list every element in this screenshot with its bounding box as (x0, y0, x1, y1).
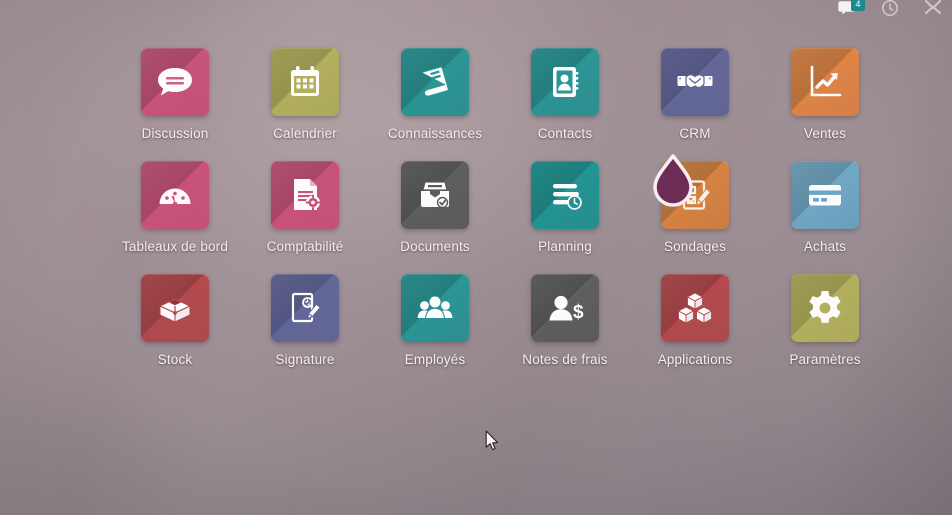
cubes-icon (678, 292, 712, 324)
parametres-tile-background (791, 274, 859, 342)
app-label: Comptabilité (266, 239, 344, 254)
app-tile-sondages[interactable]: Sondages (630, 161, 760, 274)
app-tile-calendrier[interactable]: Calendrier (240, 48, 370, 161)
messages-badge: 4 (851, 0, 865, 11)
book-icon (421, 66, 450, 98)
crm-tile-background (661, 48, 729, 116)
app-tile-signature[interactable]: Signature (240, 274, 370, 387)
applications-tile-background (661, 274, 729, 342)
stock-tile-background (141, 274, 209, 342)
comptabilite-tile-background (271, 161, 339, 229)
contacts-tile-background (531, 48, 599, 116)
planning-tile-background (531, 161, 599, 229)
document-gear-icon (294, 179, 321, 211)
app-tile-parametres[interactable]: Paramètres (760, 274, 890, 387)
survey-pencil-icon (682, 180, 713, 210)
app-tile-notes-de-frais[interactable]: $ Notes de frais (500, 274, 630, 387)
app-tile-ventes[interactable]: Ventes (760, 48, 890, 161)
calendar-icon (291, 66, 319, 96)
app-label: Calendrier (273, 126, 337, 141)
app-label: Planning (538, 239, 592, 254)
tableaux-de-bord-tile-background (141, 161, 209, 229)
signature-tile-background (271, 274, 339, 342)
connaissances-tile-background (401, 48, 469, 116)
signed-document-icon (291, 292, 323, 323)
app-label: Sondages (663, 239, 726, 254)
app-label: Notes de frais (522, 352, 608, 367)
clock-icon[interactable] (880, 0, 904, 20)
people-group-icon (417, 295, 453, 320)
ventes-tile-background (791, 48, 859, 116)
handshake-icon (677, 74, 713, 89)
chat-bubble-icon (158, 68, 192, 96)
app-tile-applications[interactable]: Applications (630, 274, 760, 387)
timeline-clock-icon (553, 184, 582, 210)
app-tile-planning[interactable]: Planning (500, 161, 630, 274)
sondages-tile-background (661, 161, 729, 229)
employes-tile-background (401, 274, 469, 342)
app-tile-contacts[interactable]: Contacts (500, 48, 630, 161)
app-label: Connaissances (387, 126, 483, 141)
documents-tile-background (401, 161, 469, 229)
app-tile-stock[interactable]: Stock (110, 274, 240, 387)
mouse-pointer-icon (485, 430, 501, 454)
svg-text:$: $ (573, 302, 584, 323)
app-label: Stock (157, 352, 193, 367)
gear-icon (809, 291, 841, 323)
calendrier-tile-background (271, 48, 339, 116)
app-label: Discussion (141, 126, 209, 141)
gauge-icon (159, 188, 191, 207)
app-label: CRM (679, 126, 711, 141)
credit-card-icon (809, 185, 841, 206)
close-icon[interactable] (922, 0, 946, 20)
app-label: Employés (404, 352, 466, 367)
app-tile-tableaux-de-bord[interactable]: Tableaux de bord (110, 161, 240, 274)
app-label: Applications (657, 352, 733, 367)
app-label: Ventes (803, 126, 847, 141)
growth-chart-icon (810, 65, 842, 97)
app-tile-documents[interactable]: Documents (370, 161, 500, 274)
system-tray: 4 (838, 0, 946, 20)
app-label: Paramètres (789, 352, 861, 367)
notes-de-frais-tile-background: $ (531, 274, 599, 342)
app-tile-achats[interactable]: Achats (760, 161, 890, 274)
app-tile-discussion[interactable]: Discussion (110, 48, 240, 161)
app-label: Tableaux de bord (122, 239, 228, 254)
app-label: Documents (400, 239, 470, 254)
app-label: Achats (803, 239, 847, 254)
app-tile-crm[interactable]: CRM (630, 48, 760, 161)
person-dollar-icon: $ (549, 295, 584, 323)
achats-tile-background (791, 161, 859, 229)
file-tray-check-icon (421, 181, 449, 209)
app-tile-connaissances[interactable]: Connaissances (370, 48, 500, 161)
app-label: Contacts (537, 126, 593, 141)
app-label: Signature (275, 352, 335, 367)
address-book-icon (553, 67, 579, 97)
app-tile-employes[interactable]: Employés (370, 274, 500, 387)
app-grid: Discussion Calendrier Connaissances Cont… (110, 48, 860, 387)
app-tile-comptabilite[interactable]: Comptabilité (240, 161, 370, 274)
messages-icon[interactable]: 4 (838, 0, 865, 20)
discussion-tile-background (141, 48, 209, 116)
open-box-icon (159, 298, 191, 323)
